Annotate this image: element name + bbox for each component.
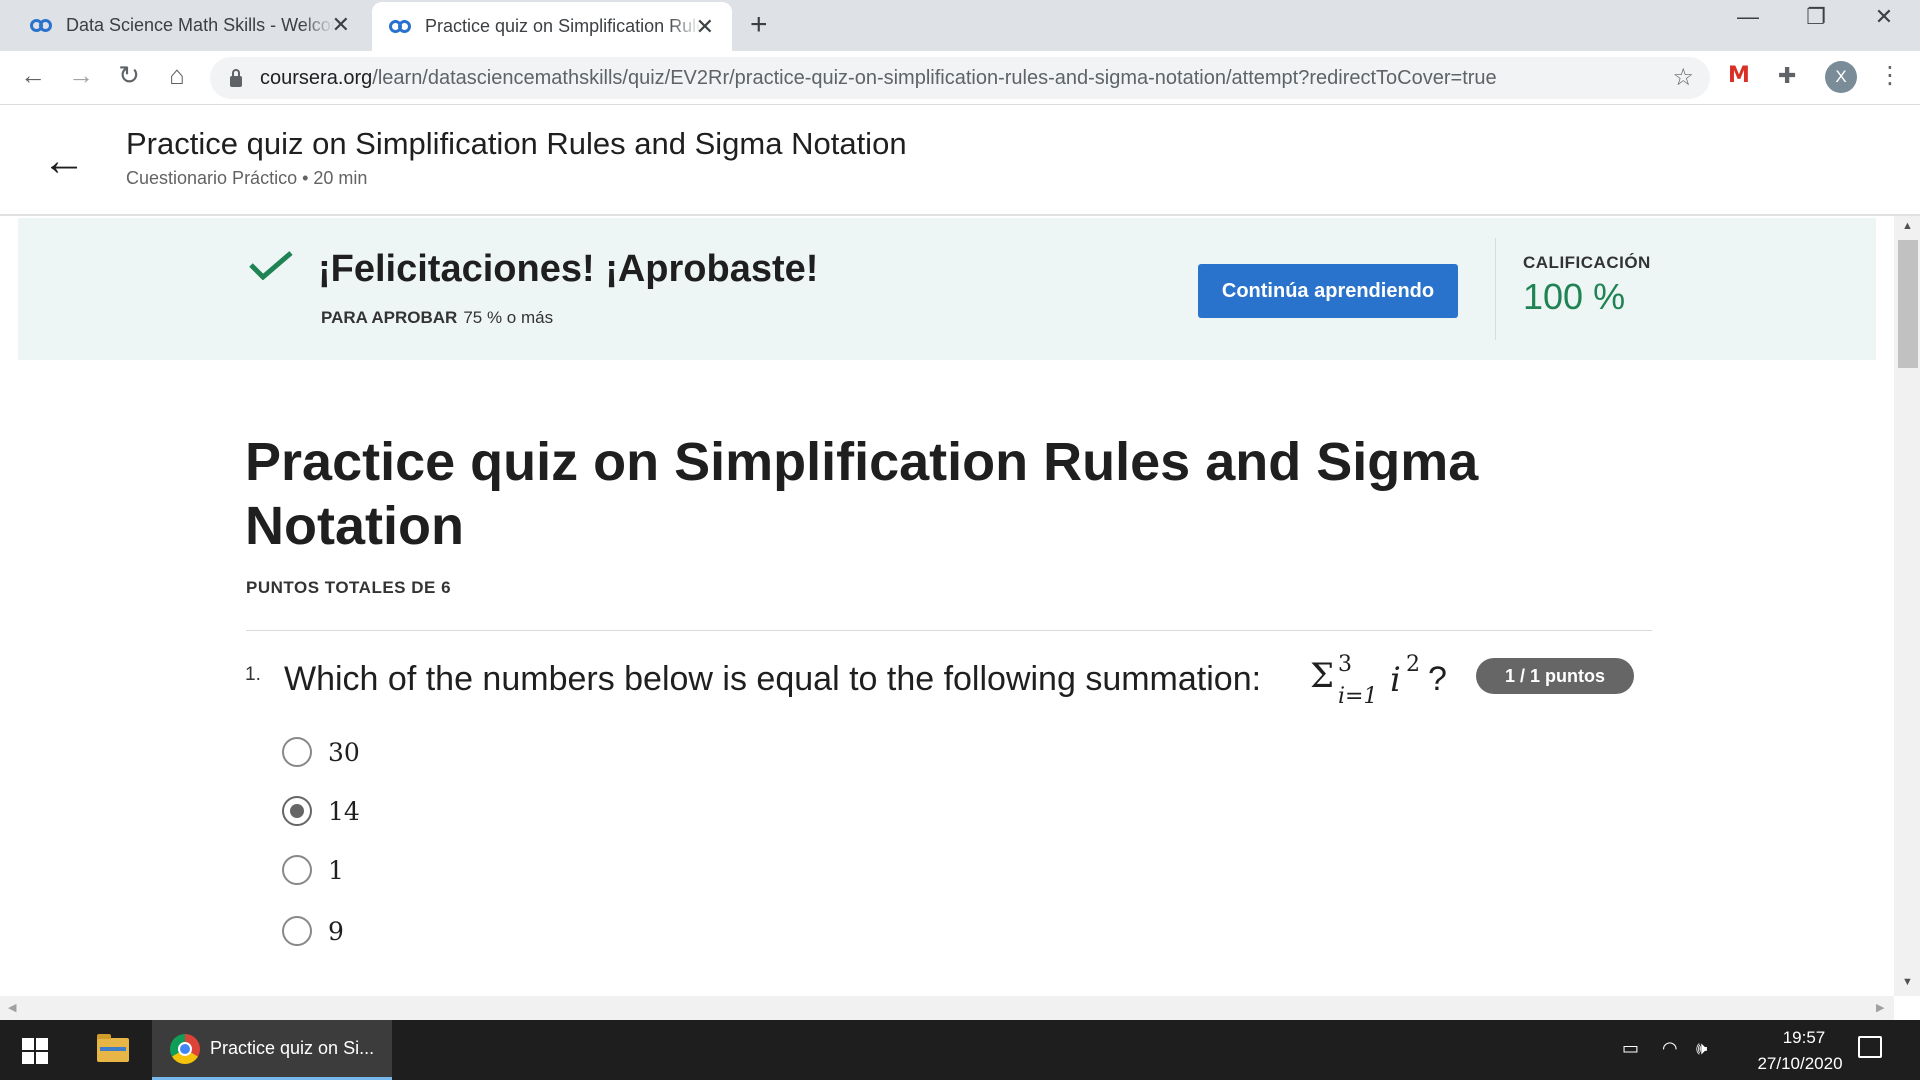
notifications-icon[interactable] xyxy=(1858,1036,1882,1058)
tab-title: Practice quiz on Simplification Rules an… xyxy=(425,16,701,36)
question-mark: ? xyxy=(1428,660,1447,698)
grade-label: CALIFICACIÓN xyxy=(1523,253,1651,272)
pass-requirement: PARA APROBAR 75 % o más xyxy=(321,308,553,328)
address-bar[interactable]: coursera.org/learn/datasciencemathskills… xyxy=(210,57,1710,99)
browser-menu-icon[interactable]: ⋮ xyxy=(1878,61,1902,90)
browser-tab[interactable]: Data Science Math Skills - Welcome ✕ xyxy=(0,0,368,51)
banner-heading: ¡Felicitaciones! ¡Aprobaste! xyxy=(318,248,819,290)
option-label: 9 xyxy=(328,916,344,946)
taskbar-chrome-app[interactable]: Practice quiz on Si... xyxy=(152,1020,392,1080)
quiz-title: Practice quiz on Simplification Rules an… xyxy=(245,432,1479,556)
back-arrow-icon[interactable]: ← xyxy=(42,136,86,186)
restore-icon[interactable]: ❐ xyxy=(1796,4,1836,30)
browser-tab-active[interactable]: Practice quiz on Simplification Rules an… xyxy=(372,2,732,51)
total-points: PUNTOS TOTALES DE 6 xyxy=(246,578,452,597)
profile-avatar[interactable]: X xyxy=(1825,61,1857,93)
pass-value: 75 % o más xyxy=(463,308,554,327)
url-text[interactable]: coursera.org/learn/datasciencemathskills… xyxy=(260,67,1497,90)
clock-date[interactable]: 27/10/2020 xyxy=(1730,1054,1870,1074)
bookmark-star-icon[interactable]: ☆ xyxy=(1672,63,1694,92)
pass-label: PARA APROBAR xyxy=(321,308,458,327)
url-domain: coursera.org xyxy=(260,66,373,89)
radio-button[interactable] xyxy=(282,737,312,767)
pass-banner: ¡Felicitaciones! ¡Aprobaste! PARA APROBA… xyxy=(18,218,1876,360)
scroll-left-icon[interactable]: ◀ xyxy=(8,1001,16,1014)
horizontal-scrollbar[interactable]: ◀ ▶ xyxy=(0,996,1894,1020)
page-title: Practice quiz on Simplification Rules an… xyxy=(126,126,907,161)
tab-title: Data Science Math Skills - Welcome xyxy=(66,15,334,35)
wifi-icon[interactable]: ◠ xyxy=(1662,1038,1678,1059)
battery-icon[interactable]: ▭ xyxy=(1622,1038,1639,1059)
radio-button[interactable] xyxy=(282,855,312,885)
answer-option[interactable]: 30 xyxy=(282,732,360,772)
sum-lower-bound: i=1 xyxy=(1338,684,1378,709)
sum-exponent: 2 xyxy=(1406,652,1420,677)
lock-icon[interactable] xyxy=(230,68,242,87)
option-label: 1 xyxy=(328,855,344,885)
sigma-symbol: Σ xyxy=(1310,656,1335,696)
sum-upper-bound: 3 xyxy=(1338,652,1352,677)
coursera-favicon-icon xyxy=(30,18,52,33)
file-explorer-icon[interactable] xyxy=(97,1034,129,1062)
grade-value: 100 % xyxy=(1523,276,1626,317)
close-tab-icon[interactable]: ✕ xyxy=(696,14,714,40)
windows-start-icon[interactable] xyxy=(22,1038,48,1064)
clock-time[interactable]: 19:57 xyxy=(1760,1028,1848,1048)
taskbar-app-label: Practice quiz on Si... xyxy=(210,1038,375,1058)
option-label: 30 xyxy=(328,737,360,767)
scrollbar-thumb[interactable] xyxy=(1898,240,1918,368)
continue-learning-button[interactable]: Continúa aprendiendo xyxy=(1198,264,1458,318)
sum-term: i xyxy=(1390,660,1401,700)
radio-button-checked[interactable] xyxy=(282,796,312,826)
divider xyxy=(246,630,1652,631)
browser-tab-strip: Data Science Math Skills - Welcome ✕ Pra… xyxy=(0,0,1920,51)
checkmark-icon xyxy=(249,251,293,280)
banner-divider xyxy=(1495,238,1496,340)
option-label: 14 xyxy=(328,796,360,826)
answer-option[interactable]: 1 xyxy=(282,850,344,890)
chrome-logo-icon xyxy=(170,1033,200,1064)
vertical-scrollbar[interactable]: ▲ ▼ xyxy=(1894,216,1920,996)
url-path: /learn/datasciencemathskills/quiz/EV2Rr/… xyxy=(372,66,1497,89)
forward-icon[interactable]: → xyxy=(64,60,98,91)
scroll-down-icon[interactable]: ▼ xyxy=(1902,976,1913,988)
gmail-extension-icon[interactable]: M xyxy=(1728,63,1750,88)
coursera-favicon-icon xyxy=(389,19,411,34)
summation-formula: Σ 3 i=1 i 2 ? xyxy=(1310,652,1447,709)
minimize-icon[interactable]: — xyxy=(1728,4,1768,30)
extensions-puzzle-icon[interactable]: ✚ xyxy=(1778,63,1796,89)
home-icon[interactable]: ⌂ xyxy=(160,60,194,91)
question-number: 1. xyxy=(245,664,261,685)
answer-option[interactable]: 9 xyxy=(282,911,344,951)
scroll-right-icon[interactable]: ▶ xyxy=(1876,1001,1884,1014)
close-window-icon[interactable]: ✕ xyxy=(1864,4,1904,30)
reload-icon[interactable]: ↻ xyxy=(112,60,146,91)
back-icon[interactable]: ← xyxy=(16,60,50,91)
browser-toolbar: ← → ↻ ⌂ coursera.org/learn/datasciencema… xyxy=(0,51,1920,105)
volume-icon[interactable]: 🕪 xyxy=(1696,1038,1707,1059)
windows-taskbar: Practice quiz on Si... ▭ ◠ 🕪 19:57 27/10… xyxy=(0,1020,1920,1080)
question-text: Which of the numbers below is equal to t… xyxy=(284,660,1262,698)
points-badge: 1 / 1 puntos xyxy=(1476,658,1634,694)
new-tab-button[interactable]: + xyxy=(750,8,768,42)
page-header: ← Practice quiz on Simplification Rules … xyxy=(0,106,1920,216)
scroll-up-icon[interactable]: ▲ xyxy=(1902,220,1913,232)
page-subtitle: Cuestionario Práctico • 20 min xyxy=(126,168,368,188)
close-tab-icon[interactable]: ✕ xyxy=(332,12,350,38)
radio-button[interactable] xyxy=(282,916,312,946)
answer-option-selected[interactable]: 14 xyxy=(282,791,360,831)
